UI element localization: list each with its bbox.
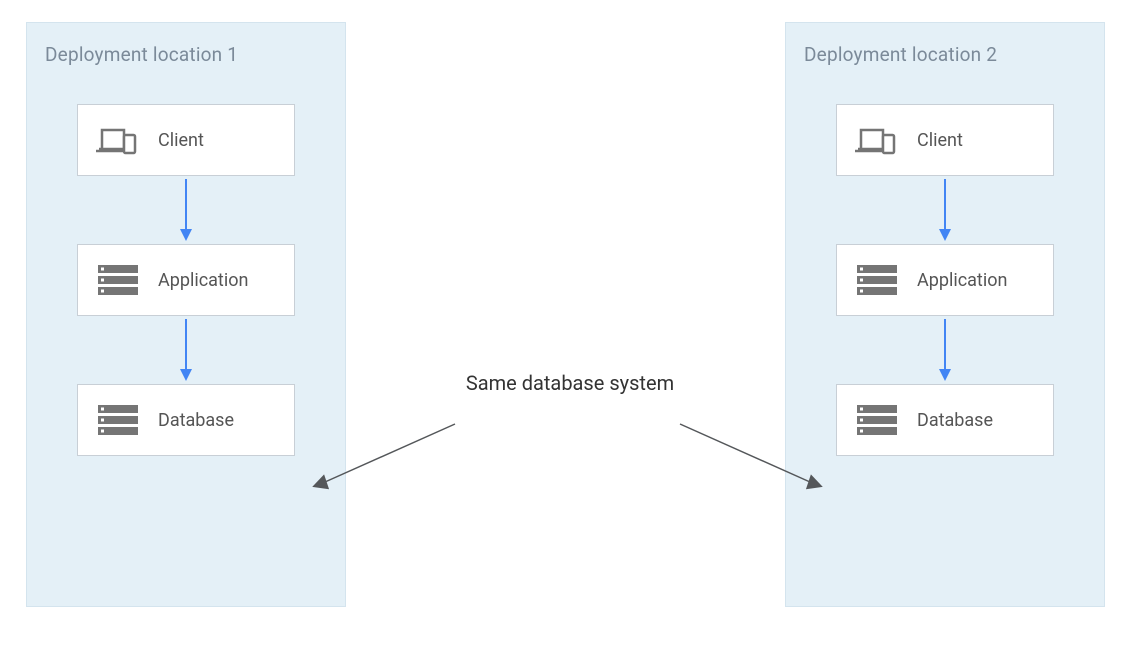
database-node: Database [77, 384, 295, 456]
node-label: Client [158, 130, 204, 151]
server-icon [96, 263, 140, 297]
database-node: Database [836, 384, 1054, 456]
client-node: Client [836, 104, 1054, 176]
arrow-down-icon [185, 322, 187, 378]
arrow-left-icon [305, 420, 465, 500]
deployment-zone-2: Deployment location 2 Client [785, 22, 1105, 607]
server-icon [855, 263, 899, 297]
client-icon [96, 123, 140, 157]
node-label: Database [158, 410, 234, 431]
client-icon [855, 123, 899, 157]
center-annotation: Same database system [460, 370, 680, 397]
server-icon [96, 403, 140, 437]
zone-title: Deployment location 2 [804, 43, 1086, 66]
arrow-right-icon [670, 420, 830, 500]
node-label: Database [917, 410, 993, 431]
node-label: Application [158, 270, 248, 291]
deployment-zone-1: Deployment location 1 Client [26, 22, 346, 607]
zone-title: Deployment location 1 [45, 43, 327, 66]
application-node: Application [836, 244, 1054, 316]
application-node: Application [77, 244, 295, 316]
node-stack: Client Application [804, 104, 1086, 456]
arrow-down-icon [944, 322, 946, 378]
client-node: Client [77, 104, 295, 176]
node-stack: Client Application [45, 104, 327, 456]
arrow-down-icon [944, 182, 946, 238]
arrow-down-icon [185, 182, 187, 238]
node-label: Application [917, 270, 1007, 291]
node-label: Client [917, 130, 963, 151]
server-icon [855, 403, 899, 437]
